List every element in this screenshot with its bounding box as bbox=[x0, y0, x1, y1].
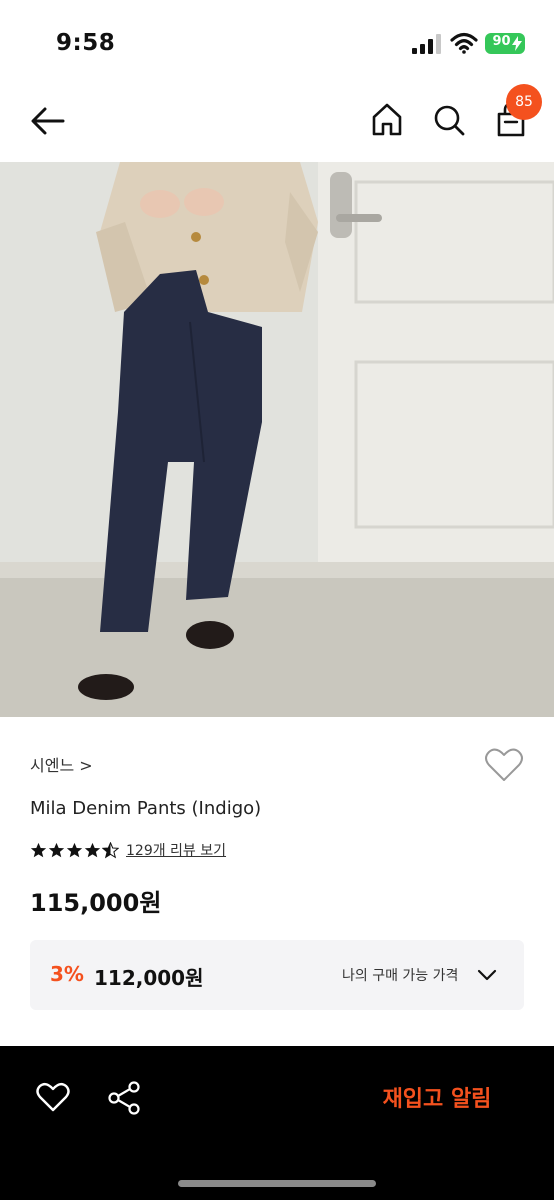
share-icon[interactable] bbox=[106, 1080, 142, 1116]
brand-link[interactable]: 시엔느 > bbox=[30, 752, 93, 776]
nav-bar: 85 bbox=[0, 84, 554, 162]
product-price: 115,000원 bbox=[30, 889, 162, 917]
battery-icon: 90 bbox=[485, 33, 525, 54]
heart-icon[interactable] bbox=[36, 1080, 70, 1114]
chevron-down-icon[interactable] bbox=[476, 964, 498, 986]
search-icon[interactable] bbox=[430, 100, 468, 140]
back-arrow-icon[interactable] bbox=[28, 101, 68, 141]
cart-count-badge[interactable]: 85 bbox=[506, 84, 542, 120]
home-icon[interactable] bbox=[368, 100, 406, 140]
star-half-icon bbox=[102, 841, 119, 858]
wifi-icon bbox=[450, 32, 478, 54]
star-icon bbox=[48, 842, 65, 857]
bottom-action-bar: 재입고 알림 bbox=[0, 1046, 554, 1200]
star-icon bbox=[84, 842, 101, 857]
charging-bolt-icon bbox=[512, 36, 522, 51]
star-icon bbox=[30, 842, 47, 857]
offer-label: 나의 구매 가능 가격 bbox=[342, 968, 459, 984]
star-icon bbox=[66, 842, 83, 857]
star-rating bbox=[30, 841, 119, 859]
home-indicator[interactable] bbox=[178, 1180, 376, 1187]
purchase-price-dropdown[interactable]: 3% 112,000원 나의 구매 가능 가격 bbox=[30, 940, 524, 1010]
discounted-price: 112,000원 bbox=[94, 966, 204, 990]
product-image[interactable] bbox=[0, 162, 554, 717]
signal-icon bbox=[412, 34, 441, 54]
status-bar: 9:58 90 bbox=[0, 0, 554, 84]
product-title: Mila Denim Pants (Indigo) bbox=[30, 798, 262, 819]
rating-row: 129개 리뷰 보기 bbox=[30, 838, 226, 862]
review-link[interactable]: 129개 리뷰 보기 bbox=[126, 840, 226, 860]
status-time: 9:58 bbox=[56, 30, 116, 56]
restock-alert-button[interactable]: 재입고 알림 bbox=[352, 1080, 522, 1120]
discount-rate: 3% bbox=[50, 962, 84, 986]
product-photo bbox=[0, 162, 554, 717]
heart-icon[interactable] bbox=[484, 746, 524, 784]
